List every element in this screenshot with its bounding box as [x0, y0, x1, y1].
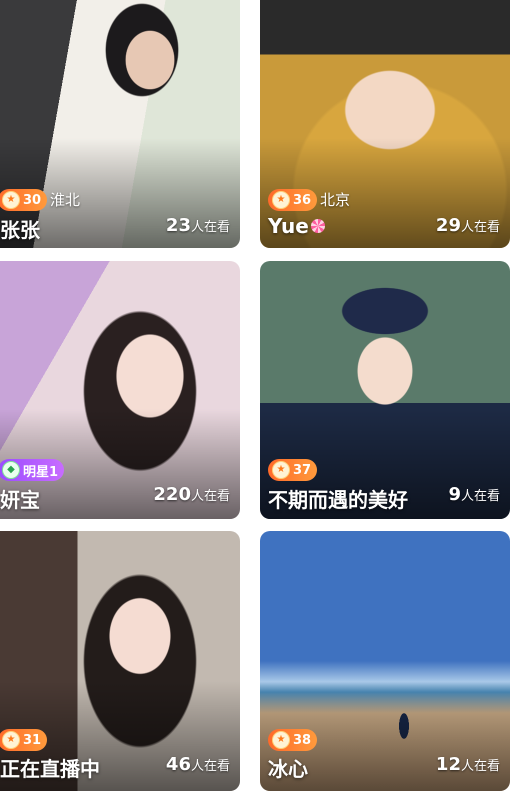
streamer-name: 妍宝 [0, 488, 40, 512]
viewer-count: 9人在看 [448, 484, 500, 505]
viewer-count: 23人在看 [165, 215, 230, 236]
streamer-name: Yue [268, 214, 325, 238]
stream-card[interactable]: ★ 38 冰心 12人在看 [260, 531, 510, 791]
stream-card[interactable]: ◆ 明星1 妍宝 220人在看 [0, 261, 240, 519]
star-icon: ◆ [2, 461, 20, 479]
lollipop-icon [310, 218, 325, 233]
stream-card[interactable]: ★ 36 北京 Yue 29人在看 [260, 0, 510, 248]
level-icon: ★ [272, 191, 290, 209]
streamer-name: 冰心 [268, 757, 308, 781]
streamer-name: 不期而遇的美好 [268, 488, 408, 512]
stream-card[interactable]: ★ 37 不期而遇的美好 9人在看 [260, 261, 510, 519]
location-label: 淮北 [50, 191, 81, 209]
level-icon: ★ [2, 731, 20, 749]
level-badge: ★ 30 [0, 189, 48, 211]
level-badge: ★ 38 [268, 729, 318, 751]
location-label: 北京 [320, 191, 351, 209]
streamer-name: 张张 [0, 218, 40, 242]
level-icon: ★ [272, 731, 290, 749]
level-badge: ★ 36 [268, 189, 318, 211]
star-badge: ◆ 明星1 [0, 459, 65, 481]
level-badge: ★ 37 [268, 459, 318, 481]
stream-card[interactable]: ★ 31 正在直播中 46人在看 [0, 531, 240, 791]
level-icon: ★ [272, 461, 290, 479]
viewer-count: 220人在看 [153, 484, 230, 505]
viewer-count: 29人在看 [435, 215, 500, 236]
level-icon: ★ [2, 191, 20, 209]
streamer-name: 正在直播中 [0, 757, 100, 781]
level-badge: ★ 31 [0, 729, 48, 751]
stream-card[interactable]: ★ 30 淮北 张张 23人在看 [0, 0, 240, 248]
